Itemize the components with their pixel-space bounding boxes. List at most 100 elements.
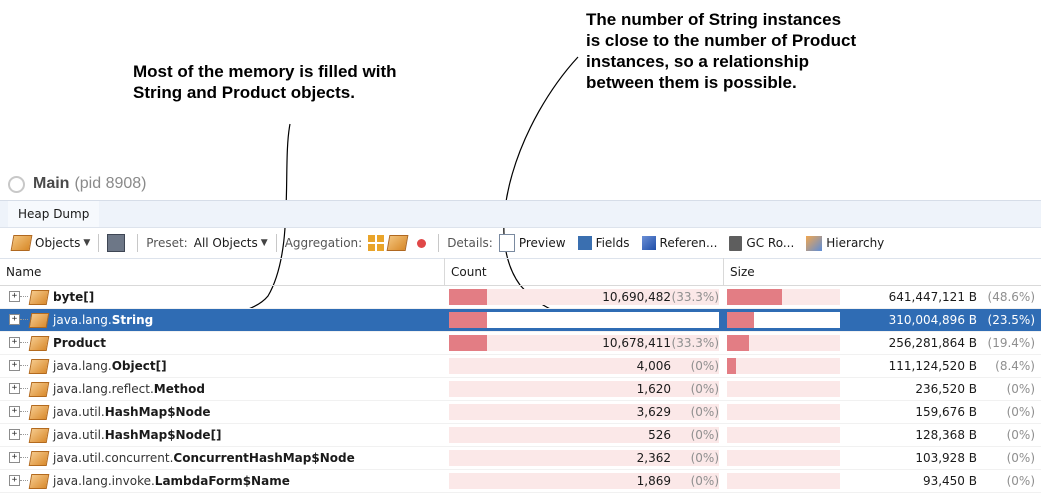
status-circle-icon bbox=[8, 175, 25, 193]
count-percent: (0%) bbox=[690, 382, 719, 396]
objects-icon bbox=[10, 235, 33, 251]
details-label: Details: bbox=[447, 236, 493, 250]
count-value: 10,678,411 bbox=[602, 336, 671, 350]
chevron-down-icon: ▼ bbox=[83, 238, 91, 248]
preview-icon bbox=[498, 234, 515, 252]
expand-icon[interactable]: + bbox=[9, 452, 20, 463]
preset-dropdown[interactable]: Preset: All Objects ▼ bbox=[146, 236, 267, 250]
tab-heap-dump[interactable]: Heap Dump bbox=[8, 201, 100, 227]
aggregate-by-package-icon[interactable] bbox=[368, 235, 385, 251]
gc-roots-button[interactable]: GC Ro... bbox=[746, 236, 794, 250]
class-icon bbox=[28, 405, 50, 420]
count-percent: (33.3%) bbox=[671, 336, 719, 350]
table-body: + byte[] 10,690,482 (33.3%) 641,447,121 B (48… bbox=[0, 286, 1041, 493]
table-row[interactable]: + java.lang.reflect. Method 1,620 (0%) 236,52… bbox=[0, 378, 1041, 401]
aggregate-by-class-icon[interactable] bbox=[386, 235, 409, 251]
column-header-size[interactable]: Size bbox=[723, 258, 1041, 285]
class-name: byte[] bbox=[53, 286, 94, 308]
calculator-icon bbox=[107, 234, 126, 252]
expand-icon[interactable]: + bbox=[9, 429, 20, 440]
table-row[interactable]: + byte[] 10,690,482 (33.3%) 641,447,121 B (48… bbox=[0, 286, 1041, 309]
count-percent: (33.3%) bbox=[671, 313, 719, 327]
tree-connector bbox=[20, 457, 28, 458]
tree-connector bbox=[20, 388, 28, 389]
table-row[interactable]: + java.util. HashMap$Node[] 526 (0%) 128,368 … bbox=[0, 424, 1041, 447]
size-bar-fill bbox=[727, 358, 736, 374]
size-bar bbox=[727, 427, 840, 443]
chevron-down-icon: ▼ bbox=[260, 238, 268, 248]
references-button[interactable]: Referen... bbox=[660, 236, 718, 250]
expand-icon[interactable]: + bbox=[9, 406, 20, 417]
table-row[interactable]: + java.lang. Object[] 4,006 (0%) 111,124,520 … bbox=[0, 355, 1041, 378]
expand-icon[interactable]: + bbox=[9, 383, 20, 394]
size-percent: (19.4%) bbox=[987, 336, 1035, 350]
size-bar bbox=[727, 358, 840, 374]
count-percent: (0%) bbox=[690, 451, 719, 465]
tree-connector bbox=[20, 434, 28, 435]
expand-icon[interactable]: + bbox=[9, 475, 20, 486]
tab-bar: Heap Dump bbox=[0, 200, 1041, 227]
class-icon bbox=[28, 336, 50, 351]
table-row[interactable]: + Product 10,678,411 (33.3%) 256,281,864 B (1… bbox=[0, 332, 1041, 355]
expand-icon[interactable]: + bbox=[9, 337, 20, 348]
column-header-count[interactable]: Count bbox=[444, 258, 725, 285]
table-row[interactable]: + java.lang.invoke. LambdaForm$Name 1,869 (0… bbox=[0, 470, 1041, 493]
class-name: java.lang. String bbox=[53, 309, 153, 331]
preset-value: All Objects bbox=[193, 236, 258, 250]
size-percent: (8.4%) bbox=[995, 359, 1035, 373]
class-name: java.lang. Object[] bbox=[53, 355, 167, 377]
size-bar bbox=[727, 289, 840, 305]
aggregate-by-instance-icon[interactable] bbox=[417, 238, 427, 248]
count-value: 4,006 bbox=[636, 359, 671, 373]
simple-class-name: String bbox=[111, 313, 154, 327]
size-value: 641,447,121 B bbox=[888, 290, 977, 304]
expand-icon[interactable]: + bbox=[9, 360, 20, 371]
tree-connector bbox=[20, 296, 28, 297]
table-row[interactable]: + java.util. HashMap$Node 3,629 (0%) 159,676 … bbox=[0, 401, 1041, 424]
size-percent: (0%) bbox=[1006, 405, 1035, 419]
fields-icon bbox=[577, 236, 592, 250]
tree-connector bbox=[20, 319, 28, 320]
table-row[interactable]: + java.lang. String 10,689,824 (33.3%) 310,00… bbox=[0, 309, 1041, 332]
size-bar bbox=[727, 381, 840, 397]
tree-connector bbox=[20, 342, 28, 343]
objects-dropdown[interactable]: Objects ▼ bbox=[10, 235, 91, 251]
size-percent: (23.5%) bbox=[987, 313, 1035, 327]
size-percent: (48.6%) bbox=[987, 290, 1035, 304]
class-icon bbox=[28, 474, 50, 489]
tree-connector bbox=[20, 365, 28, 366]
class-icon bbox=[28, 451, 50, 466]
count-value: 10,690,482 bbox=[602, 290, 671, 304]
window-pid: (pid 8908) bbox=[74, 175, 147, 192]
package-name: java.util. bbox=[53, 428, 105, 442]
simple-class-name: Object[] bbox=[111, 359, 167, 373]
toolbar: Objects ▼ Preset: All Objects ▼ Aggregat… bbox=[0, 227, 1041, 259]
count-percent: (0%) bbox=[690, 359, 719, 373]
class-name: java.util. HashMap$Node bbox=[53, 401, 211, 423]
expand-icon[interactable]: + bbox=[9, 291, 20, 302]
gc-roots-icon bbox=[729, 235, 743, 251]
size-percent: (0%) bbox=[1006, 428, 1035, 442]
class-icon bbox=[28, 359, 50, 374]
preview-button[interactable]: Preview bbox=[519, 236, 566, 250]
toolbar-divider bbox=[438, 234, 440, 252]
size-bar-fill bbox=[727, 312, 754, 328]
expand-icon[interactable]: + bbox=[9, 314, 20, 325]
table-row[interactable]: + java.util.concurrent. ConcurrentHashMap$… bbox=[0, 447, 1041, 470]
class-icon bbox=[28, 428, 50, 443]
column-header-name[interactable]: Name bbox=[0, 258, 444, 285]
package-name: java.lang. bbox=[53, 313, 112, 327]
count-percent: (0%) bbox=[690, 405, 719, 419]
hierarchy-button[interactable]: Hierarchy bbox=[826, 236, 884, 250]
size-value: 159,676 B bbox=[915, 405, 977, 419]
tree-connector bbox=[20, 480, 28, 481]
toolbar-divider bbox=[275, 234, 277, 252]
tree-connector bbox=[20, 411, 28, 412]
size-percent: (0%) bbox=[1006, 382, 1035, 396]
count-value: 3,629 bbox=[636, 405, 671, 419]
fields-button[interactable]: Fields bbox=[596, 236, 630, 250]
calculate-button[interactable] bbox=[107, 234, 129, 252]
count-value: 10,689,824 bbox=[602, 313, 671, 327]
simple-class-name: HashMap$Node[] bbox=[104, 428, 222, 442]
simple-class-name: ConcurrentHashMap$Node bbox=[173, 451, 355, 465]
